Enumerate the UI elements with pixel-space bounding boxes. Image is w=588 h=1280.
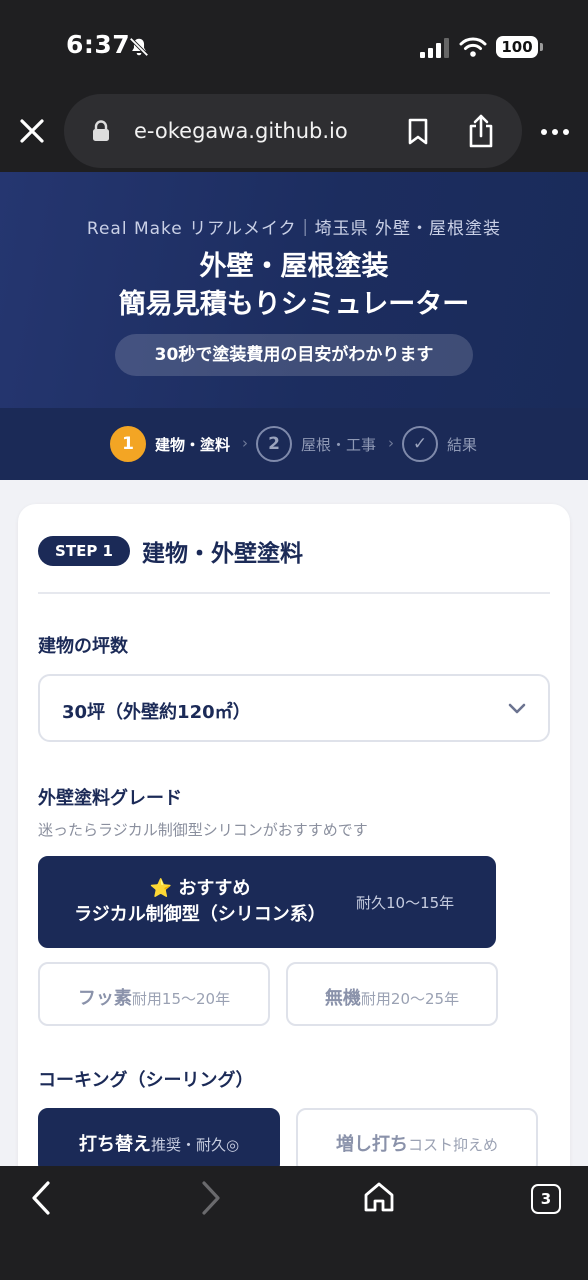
hero-badge: 30秒で塗装費用の目安がわかります [115,334,473,376]
step-3-label: 結果 [447,436,478,454]
browser-toolbar: e-okegawa.github.io [0,92,588,172]
divider [38,592,550,594]
url-text: e-okegawa.github.io [134,119,348,143]
page-title: 外壁・屋根塗装 簡易見積もりシミュレーター [0,248,588,324]
grade-option-durability: 耐用20〜25年 [360,990,460,1008]
step-3-check-icon: ✓ [402,426,438,462]
back-icon[interactable] [28,1180,56,1216]
recommend-badge: ⭐ おすすめ [149,878,251,899]
caulking-option-overlay[interactable]: 増し打ちコスト抑えめ [296,1108,538,1174]
step-1-number: 1 [110,426,146,462]
page-title-line2: 簡易見積もりシミュレーター [118,289,470,320]
caulking-option-name: 増し打ち [335,1134,408,1155]
grade-hint: 迷ったらラジカル制御型シリコンがおすすめです [38,821,368,839]
grade-option-radical[interactable]: ⭐ おすすめ ラジカル制御型（シリコン系） 耐久10〜15年 [38,856,496,948]
grade-option-durability: 耐久10〜15年 [356,894,455,912]
step-pill: STEP 1 [38,536,130,566]
grade-option-name: フッ素 [77,988,132,1009]
grade-option-name: ラジカル制御型（シリコン系） [74,904,326,925]
tsubo-select-value: 30坪（外壁約120㎡） [62,702,251,723]
card-title: 建物・外壁塗料 [142,541,303,567]
close-icon[interactable] [17,116,47,146]
home-icon[interactable] [362,1180,396,1214]
grade-option-inorganic[interactable]: 無機耐用20〜25年 [286,962,498,1026]
more-options-icon[interactable] [540,128,570,136]
step-2-label: 屋根・工事 [301,436,377,454]
status-bar: 6:37 100 [0,0,588,92]
step-separator-icon: › [388,434,394,452]
lock-icon [93,120,109,141]
tabs-button[interactable]: 3 [531,1184,561,1214]
caulking-option-note: 推奨・耐久◎ [150,1136,240,1154]
bookmark-icon[interactable] [406,118,430,146]
battery-indicator: 100 [496,36,543,58]
grade-label: 外壁塗料グレード [38,788,182,809]
grade-option-durability: 耐用15〜20年 [131,990,231,1008]
cellular-signal-icon [420,38,449,58]
address-bar[interactable]: e-okegawa.github.io [64,94,522,168]
status-time: 6:37 [66,30,131,59]
step-card: STEP 1 建物・外壁塗料 建物の坪数 30坪（外壁約120㎡） 外壁塗料グレ… [18,504,570,1204]
step-progress: 1 建物・塗料 › 2 屋根・工事 › ✓ 結果 [0,408,588,480]
caulking-label: コーキング（シーリング） [38,1070,254,1091]
forward-icon[interactable] [196,1180,224,1216]
share-icon[interactable] [466,114,496,148]
hero-subtitle: Real Make リアルメイク｜埼玉県 外壁・屋根塗装 [86,219,502,239]
hero-banner: Real Make リアルメイク｜埼玉県 外壁・屋根塗装 外壁・屋根塗装 簡易見… [0,172,588,408]
bell-muted-icon [129,37,149,57]
caulking-option-note: コスト抑えめ [407,1136,498,1154]
tsubo-select[interactable]: 30坪（外壁約120㎡） [38,674,550,742]
step-1-label: 建物・塗料 [155,436,231,454]
caulking-option-name: 打ち替え [78,1134,151,1155]
wifi-icon [459,37,487,57]
step-separator-icon: › [242,434,248,452]
step-2-number: 2 [256,426,292,462]
chevron-down-icon [508,703,526,714]
browser-bottom-toolbar: 3 [0,1166,588,1280]
page-title-line1: 外壁・屋根塗装 [199,251,389,282]
tsubo-label: 建物の坪数 [38,636,128,657]
caulking-option-replace[interactable]: 打ち替え推奨・耐久◎ [38,1108,280,1174]
grade-option-name: 無機 [324,988,361,1009]
grade-option-fluorine[interactable]: フッ素耐用15〜20年 [38,962,270,1026]
